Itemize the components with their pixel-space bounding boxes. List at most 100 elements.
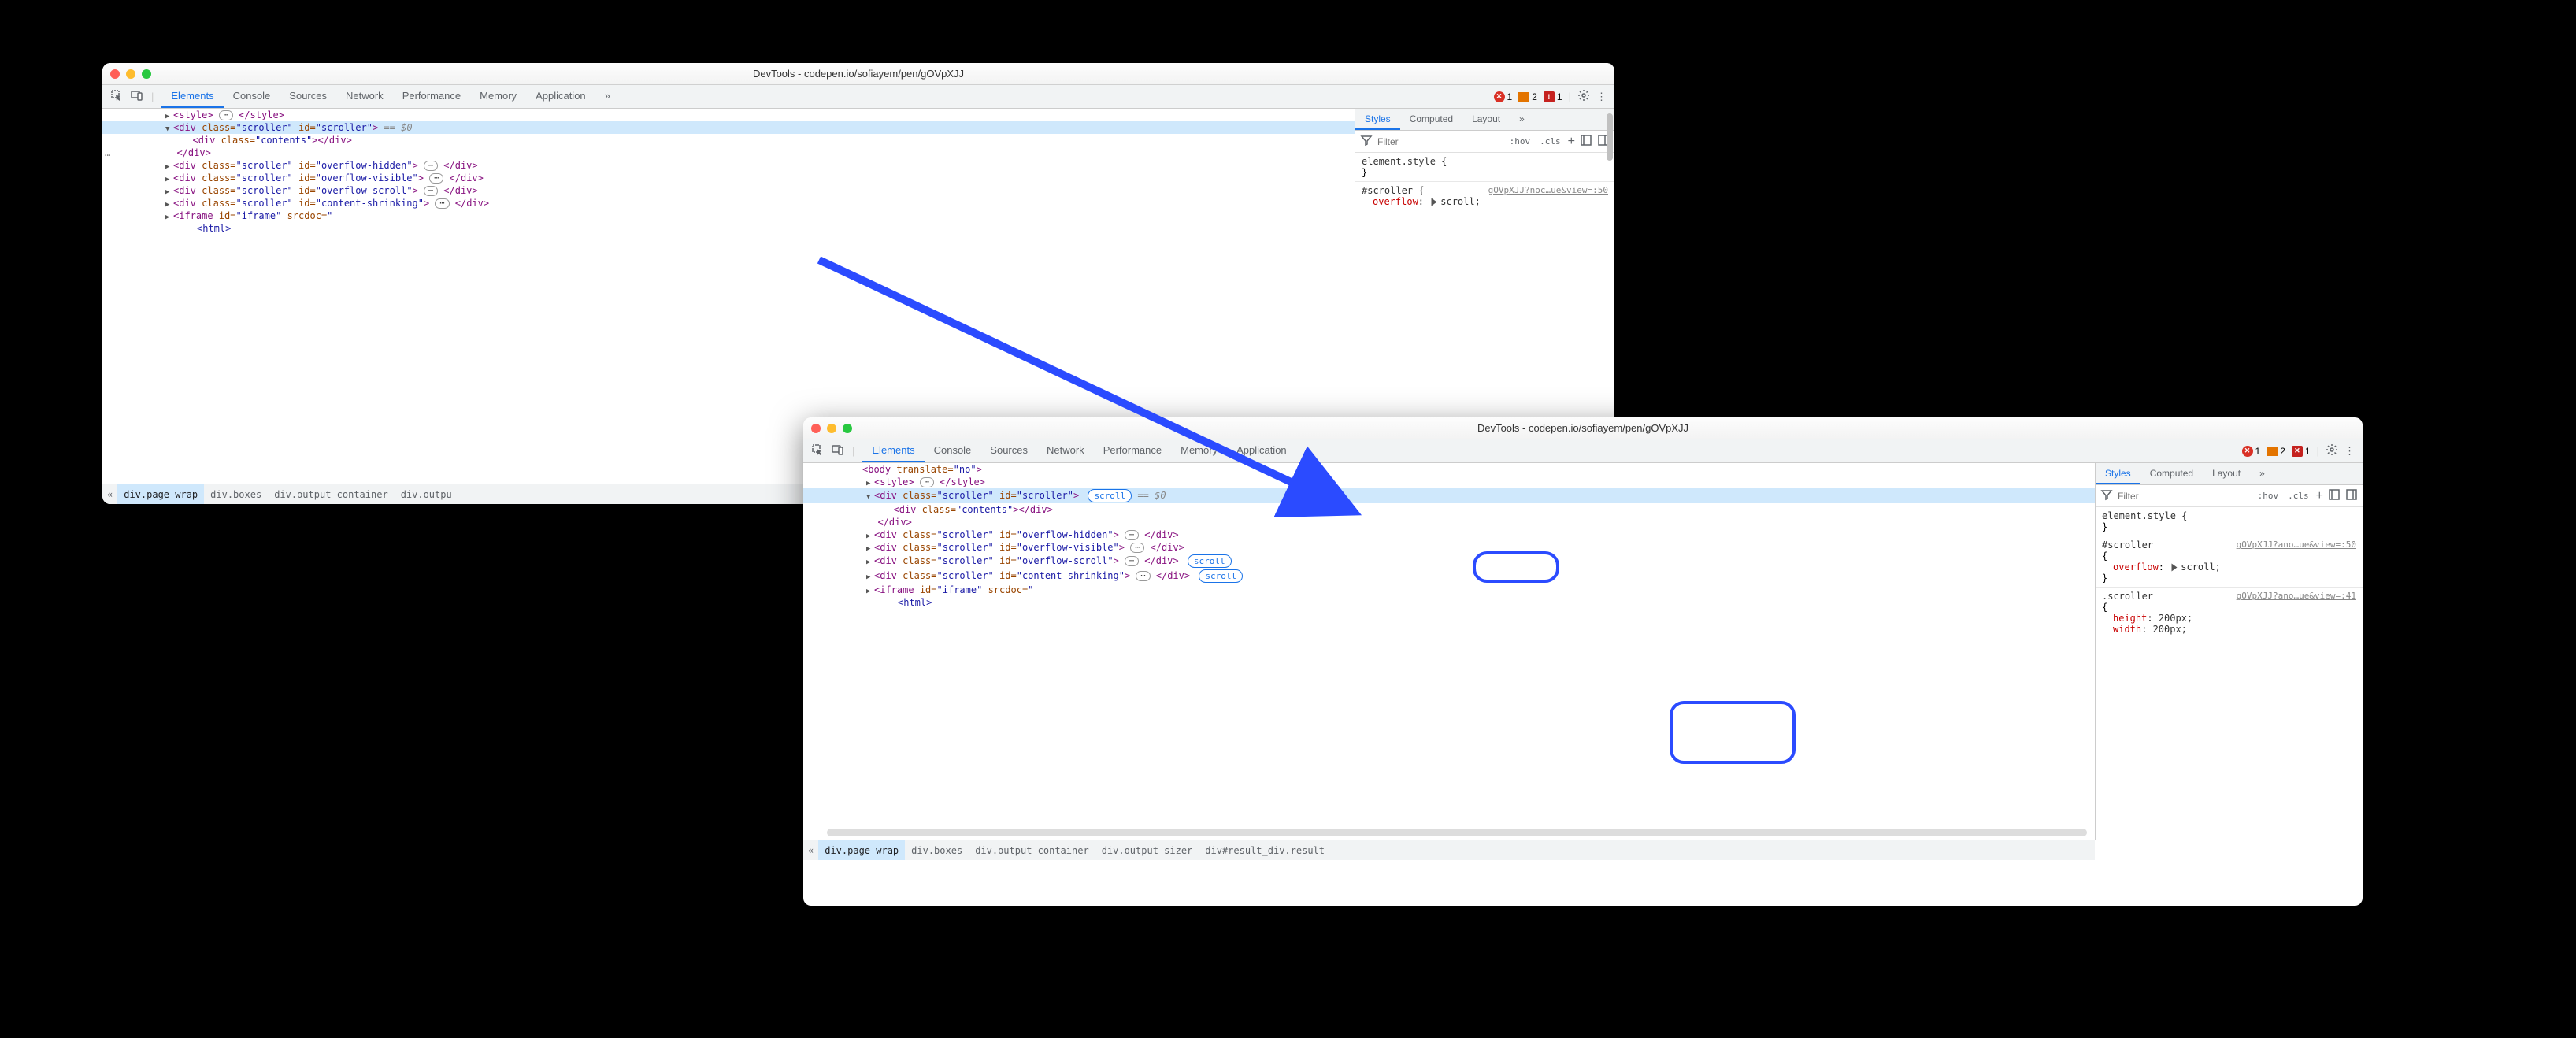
cls-button[interactable]: .cls — [2285, 489, 2311, 502]
kebab-icon[interactable]: ⋮ — [2344, 445, 2355, 458]
tab-memory[interactable]: Memory — [1171, 439, 1227, 462]
dom-node[interactable]: <div class="scroller" id="overflow-hidde… — [803, 528, 2095, 541]
sidebar-tab-layout[interactable]: Layout — [1462, 109, 1510, 130]
ellipsis-icon[interactable]: ⋯ — [1136, 571, 1150, 581]
tab-elements[interactable]: Elements — [161, 85, 223, 108]
breadcrumb-item[interactable]: div.boxes — [204, 484, 268, 504]
ellipsis-icon[interactable]: ⋯ — [920, 477, 934, 487]
scroll-badge[interactable]: scroll — [1188, 554, 1232, 568]
inspect-icon[interactable] — [110, 89, 123, 104]
scrollbar[interactable] — [827, 829, 2087, 836]
ellipsis-icon[interactable]: ⋯ — [1125, 530, 1139, 540]
new-rule-icon[interactable]: + — [1568, 135, 1575, 149]
filter-icon[interactable] — [1360, 134, 1373, 149]
issue-count[interactable]: !1 — [1544, 91, 1562, 102]
tab-memory[interactable]: Memory — [470, 85, 526, 108]
rule-selector[interactable]: .scroller — [2102, 591, 2153, 602]
dom-node[interactable]: </div> — [803, 516, 2095, 528]
tab-sources[interactable]: Sources — [280, 85, 336, 108]
more-tabs-icon[interactable]: » — [595, 85, 620, 108]
issue-count[interactable]: ✕1 — [2292, 446, 2311, 457]
breadcrumb-prev-icon[interactable]: « — [102, 489, 117, 500]
scroll-badge[interactable]: scroll — [1088, 489, 1132, 502]
breadcrumb-item[interactable]: div#result_div.result — [1199, 840, 1331, 860]
sidebar-tab-styles[interactable]: Styles — [1355, 109, 1400, 130]
breadcrumb-prev-icon[interactable]: « — [803, 845, 818, 856]
sidebar-tab-styles[interactable]: Styles — [2096, 463, 2140, 484]
tab-performance[interactable]: Performance — [1094, 439, 1171, 462]
ellipsis-icon[interactable]: ⋯ — [424, 161, 438, 171]
tab-console[interactable]: Console — [224, 85, 280, 108]
close-icon[interactable] — [811, 424, 821, 433]
filter-input[interactable] — [1377, 136, 1503, 147]
rule-selector[interactable]: #scroller { — [1362, 185, 1424, 196]
dom-node[interactable]: <html> — [803, 596, 2095, 609]
tab-application[interactable]: Application — [526, 85, 595, 108]
tab-network[interactable]: Network — [336, 85, 393, 108]
dom-node[interactable]: <body translate="no"> — [803, 463, 2095, 476]
dom-node[interactable]: <div class="contents"></div> — [102, 134, 1355, 146]
dom-node[interactable]: <style> ⋯ </style> — [803, 476, 2095, 488]
dom-node[interactable]: <div class="scroller" id="overflow-visib… — [102, 172, 1355, 184]
expand-icon[interactable] — [1432, 198, 1437, 206]
tab-performance[interactable]: Performance — [393, 85, 470, 108]
breadcrumb-item[interactable]: div.boxes — [905, 840, 969, 860]
ellipsis-icon[interactable]: ⋯ — [1125, 556, 1139, 566]
rule-source-link[interactable]: gOVpXJJ?ano…ue&view=:41 — [2237, 591, 2356, 601]
ellipsis-icon[interactable]: ⋯ — [1130, 543, 1144, 553]
close-icon[interactable] — [110, 69, 120, 79]
tab-sources[interactable]: Sources — [980, 439, 1037, 462]
sidebar-collapse-icon[interactable] — [2345, 488, 2358, 503]
zoom-icon[interactable] — [142, 69, 151, 79]
minimize-icon[interactable] — [827, 424, 836, 433]
dom-node[interactable]: <div class="contents"></div> — [803, 503, 2095, 516]
inspect-icon[interactable] — [811, 443, 824, 458]
sidebar-tab-computed[interactable]: Computed — [2140, 463, 2203, 484]
filter-input[interactable] — [2118, 491, 2251, 502]
sidebar-tab-computed[interactable]: Computed — [1400, 109, 1462, 130]
more-sidebar-tabs-icon[interactable]: » — [1510, 109, 1534, 130]
breadcrumb-item[interactable]: div.output-container — [969, 840, 1095, 860]
kebab-icon[interactable]: ⋮ — [1596, 91, 1607, 103]
ellipsis-icon[interactable]: ⋯ — [219, 110, 233, 120]
scrollbar[interactable] — [1607, 113, 1613, 161]
breadcrumb-item[interactable]: div.page-wrap — [818, 840, 905, 860]
breadcrumb-item[interactable]: div.output-sizer — [1095, 840, 1199, 860]
device-icon[interactable] — [832, 443, 844, 458]
breadcrumb-item[interactable]: div.output-container — [268, 484, 395, 504]
computed-toggle-icon[interactable] — [2328, 488, 2341, 503]
rule-source-link[interactable]: gOVpXJJ?noc…ue&view=:50 — [1488, 185, 1608, 195]
sidebar-tab-layout[interactable]: Layout — [2203, 463, 2250, 484]
gear-icon[interactable] — [2326, 443, 2338, 458]
elements-tree[interactable]: <body translate="no"> <style> ⋯ </style>… — [803, 463, 2095, 840]
warning-count[interactable]: 2 — [2267, 446, 2285, 457]
dom-node[interactable]: </div> — [102, 146, 1355, 159]
scroll-badge[interactable]: scroll — [1199, 569, 1243, 583]
filter-icon[interactable] — [2100, 488, 2113, 503]
dom-node[interactable]: <style> ⋯ </style> — [102, 109, 1355, 121]
ellipsis-icon[interactable]: ⋯ — [429, 173, 443, 184]
dom-node[interactable]: <div class="scroller" id="overflow-hidde… — [102, 159, 1355, 172]
dom-node[interactable]: <div class="scroller" id="content-shrink… — [803, 569, 2095, 584]
gear-icon[interactable] — [1577, 89, 1590, 104]
tab-console[interactable]: Console — [925, 439, 981, 462]
ellipsis-icon[interactable]: ⋯ — [424, 186, 438, 196]
zoom-icon[interactable] — [843, 424, 852, 433]
dom-node[interactable]: <div class="scroller" id="overflow-visib… — [803, 541, 2095, 554]
more-tabs-icon[interactable]: » — [1296, 439, 1321, 462]
rule-source-link[interactable]: gOVpXJJ?ano…ue&view=:50 — [2237, 539, 2356, 550]
error-count[interactable]: ✕1 — [2242, 446, 2261, 457]
hov-button[interactable]: :hov — [1507, 135, 1533, 148]
dom-node[interactable]: <iframe id="iframe" srcdoc=" — [102, 209, 1355, 222]
new-rule-icon[interactable]: + — [2316, 489, 2323, 503]
dom-node[interactable]: <div class="scroller" id="overflow-scrol… — [102, 184, 1355, 197]
dom-node[interactable]: <html> — [102, 222, 1355, 235]
computed-toggle-icon[interactable] — [1580, 134, 1592, 149]
tab-elements[interactable]: Elements — [862, 439, 924, 462]
rule-selector[interactable]: #scroller — [2102, 539, 2153, 551]
minimize-icon[interactable] — [126, 69, 135, 79]
expand-icon[interactable] — [2172, 564, 2178, 572]
error-count[interactable]: ✕1 — [1494, 91, 1513, 102]
tab-network[interactable]: Network — [1037, 439, 1094, 462]
ellipsis-icon[interactable]: ⋯ — [435, 198, 449, 209]
